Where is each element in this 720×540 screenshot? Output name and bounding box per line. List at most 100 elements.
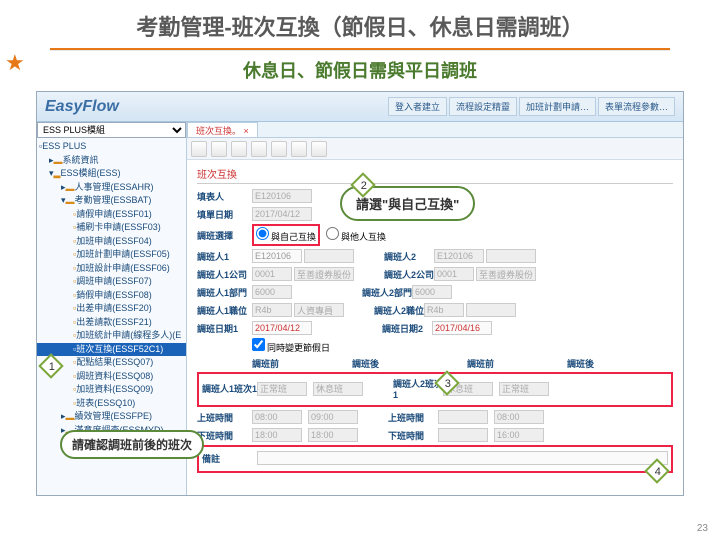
tree-item[interactable]: ▫調班申請(ESSF07)	[37, 275, 186, 289]
input-swap-date2[interactable]	[432, 321, 492, 335]
page-number: 23	[697, 523, 708, 534]
tree-node[interactable]: ▾▂考勤管理(ESSBAT)	[37, 194, 186, 208]
label-swap-date1: 調班日期1	[197, 322, 252, 335]
label-p2-pos: 調班人2職位	[374, 304, 424, 317]
tree-item[interactable]: ▫出差請款(ESSF21)	[37, 316, 186, 330]
main-panel: 班次互換。 × 班次互換 填表人 Ann 填單日期	[187, 122, 683, 495]
input-lookup[interactable]	[304, 249, 354, 263]
form-section-title: 班次互換	[197, 166, 673, 184]
label-on-time: 上班時間	[388, 411, 438, 424]
tree-item[interactable]: ▫加班申請(ESSF04)	[37, 235, 186, 249]
tree-item[interactable]: ▫銷假申請(ESSF08)	[37, 289, 186, 303]
tree-node[interactable]: ▸▂人事管理(ESSAHR)	[37, 181, 186, 195]
app-header: EasyFlow 登入者建立 流程設定精靈 加班計劃申請… 表單流程參數…	[37, 92, 683, 122]
label-person2: 調班人2	[384, 250, 434, 263]
input-apply-date	[252, 207, 312, 221]
label-p1-shift: 調班人1班次1	[202, 382, 257, 395]
toolbar-icon[interactable]	[291, 141, 307, 157]
input-off-time	[438, 428, 488, 442]
input-on-time	[494, 410, 544, 424]
tree-item[interactable]: ▫補刷卡申請(ESSF03)	[37, 221, 186, 235]
tree-item[interactable]: ▫加班資料(ESSQ09)	[37, 383, 186, 397]
input-p2-pos-name	[466, 303, 516, 317]
tree-item[interactable]: ▫請假申請(ESSF01)	[37, 208, 186, 222]
input-shift-after	[313, 382, 363, 396]
toolbar-icon[interactable]	[231, 141, 247, 157]
input-p2-company-name	[476, 267, 536, 281]
header-link[interactable]: 加班計劃申請…	[519, 97, 596, 116]
tree-group[interactable]: ▾▂ESS模組(ESS)	[37, 167, 186, 181]
label-person1: 調班人1	[197, 250, 252, 263]
label-p1-pos: 調班人1職位	[197, 304, 252, 317]
highlight-remark: 備註	[197, 445, 673, 473]
input-p1-pos	[252, 303, 292, 317]
radio-self[interactable]: 與自己互換	[256, 227, 316, 243]
tree-item[interactable]: ▫班表(ESSQ10)	[37, 397, 186, 411]
input-person2	[434, 249, 484, 263]
col-after: 調班後	[352, 357, 452, 370]
label-off-time: 下班時間	[388, 429, 438, 442]
header-link[interactable]: 流程設定精靈	[449, 97, 517, 116]
tree-item-selected[interactable]: ▫班次互換(ESSF52C1)	[37, 343, 186, 357]
tree-item[interactable]: ▫加班計劃申請(ESSF05)	[37, 248, 186, 262]
header-link[interactable]: 表單流程參數…	[598, 97, 675, 116]
radio-other[interactable]: 與他人互換	[326, 227, 386, 243]
toolbar-icon[interactable]	[211, 141, 227, 157]
input-p1-company-name	[294, 267, 354, 281]
label-swap-choice: 調班選擇	[197, 229, 252, 242]
toolbar-icon[interactable]	[191, 141, 207, 157]
input-off-time	[308, 428, 358, 442]
label-apply-date: 填單日期	[197, 208, 252, 221]
input-remark[interactable]	[257, 451, 668, 465]
tree-group[interactable]: ▸▂系統資訊	[37, 154, 186, 168]
input-p1-dept	[252, 285, 292, 299]
label-p1-dept: 調班人1部門	[197, 286, 252, 299]
col-before: 調班前	[252, 357, 352, 370]
input-shift-before	[257, 382, 307, 396]
input-lookup	[486, 249, 536, 263]
app-logo: EasyFlow	[45, 98, 119, 116]
tree-item[interactable]: ▫加班設計申請(ESSF06)	[37, 262, 186, 276]
tree-root[interactable]: ▫ESS PLUS	[37, 140, 186, 154]
toolbar-icon[interactable]	[271, 141, 287, 157]
col-after: 調班後	[567, 357, 667, 370]
label-p1-company: 調班人1公司	[197, 268, 252, 281]
checkbox-sync-holiday[interactable]: 同時變更節假日	[252, 338, 330, 354]
input-off-time	[494, 428, 544, 442]
input-p1-pos-name	[294, 303, 344, 317]
input-on-time	[438, 410, 488, 424]
label-remark: 備註	[202, 452, 257, 465]
input-applicant	[252, 189, 312, 203]
slide-subtitle: 休息日、節假日需與平日調班	[0, 57, 720, 83]
input-person1[interactable]	[252, 249, 302, 263]
input-on-time	[252, 410, 302, 424]
label-off-time: 下班時間	[197, 429, 252, 442]
nav-tree[interactable]: ▫ESS PLUS ▸▂系統資訊 ▾▂ESS模組(ESS) ▸▂人事管理(ESS…	[37, 138, 186, 439]
slide-title: 考勤管理-班次互換（節假日、休息日需調班）	[0, 0, 720, 48]
highlight-shift-section: 調班人1班次1 調班人2班次1	[197, 372, 673, 407]
input-off-time	[252, 428, 302, 442]
input-p2-dept	[412, 285, 452, 299]
label-on-time: 上班時間	[197, 411, 252, 424]
toolbar	[187, 138, 683, 160]
tree-item[interactable]: ▫加班統計申請(線程多人)(E	[37, 329, 186, 343]
label-p2-company: 調班人2公司	[384, 268, 434, 281]
tab-active[interactable]: 班次互換。 ×	[187, 122, 258, 137]
input-shift-after	[499, 382, 549, 396]
label-applicant: 填表人	[197, 190, 252, 203]
highlight-swap-choice: 與自己互換	[252, 224, 320, 246]
tree-item[interactable]: ▫調班資料(ESSQ08)	[37, 370, 186, 384]
star-icon: ★	[5, 50, 25, 76]
toolbar-icon[interactable]	[311, 141, 327, 157]
input-swap-date1[interactable]	[252, 321, 312, 335]
tree-item[interactable]: ▫出差申請(ESSF20)	[37, 302, 186, 316]
tree-node[interactable]: ▸▂績效管理(ESSFPE)	[37, 410, 186, 424]
input-on-time	[308, 410, 358, 424]
input-p2-pos	[424, 303, 464, 317]
toolbar-icon[interactable]	[251, 141, 267, 157]
input-p1-company	[252, 267, 292, 281]
callout-confirm-shift: 請確認調班前後的班次	[60, 430, 204, 459]
header-link[interactable]: 登入者建立	[388, 97, 447, 116]
col-before: 調班前	[467, 357, 567, 370]
module-select[interactable]: ESS PLUS模組	[37, 122, 186, 138]
